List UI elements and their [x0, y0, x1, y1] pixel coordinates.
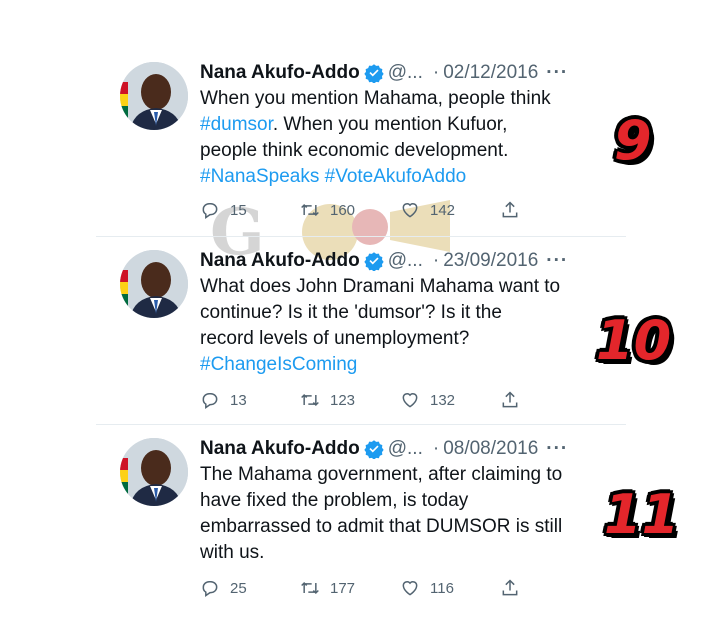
like-count: 132	[430, 391, 456, 409]
author-name[interactable]: Nana Akufo-Addo	[200, 248, 360, 274]
like-count: 116	[430, 579, 454, 597]
reply-button[interactable]: 13	[200, 390, 300, 410]
verified-icon	[364, 252, 384, 271]
verified-icon	[364, 440, 384, 459]
retweet-icon	[301, 203, 319, 217]
retweet-button[interactable]: 160	[300, 200, 400, 220]
reply-icon	[202, 393, 218, 409]
more-icon[interactable]: ···	[546, 60, 568, 86]
text-line: The Mahama government, after claiming to	[200, 464, 563, 485]
author-name[interactable]: Nana Akufo-Addo	[200, 436, 360, 462]
share-icon	[502, 391, 518, 408]
text-line: When you mention Mahama, people think	[200, 88, 551, 109]
hashtag-link[interactable]: #dumsor	[200, 114, 273, 135]
like-icon	[402, 581, 418, 596]
tweet-text: What does John Dramani Mahama want to co…	[200, 274, 600, 378]
share-button[interactable]	[500, 578, 530, 598]
retweet-button[interactable]: 123	[300, 390, 400, 410]
author-handle[interactable]: @...	[388, 436, 423, 462]
like-button[interactable]: 142	[400, 200, 500, 220]
divider	[96, 236, 626, 237]
text-line: with us.	[200, 542, 265, 563]
retweet-icon	[301, 581, 319, 595]
author-handle[interactable]: @...	[388, 60, 423, 86]
reply-button[interactable]: 15	[200, 200, 300, 220]
text-line: have fixed the problem, is today	[200, 490, 469, 511]
tweet-text: The Mahama government, after claiming to…	[200, 462, 600, 566]
retweet-icon	[301, 393, 319, 407]
separator-dot: ·	[432, 438, 440, 459]
divider	[96, 424, 626, 425]
tweet-text: When you mention Mahama, people think #d…	[200, 86, 600, 190]
hashtag-link[interactable]: #ChangeIsComing	[200, 354, 357, 375]
more-icon[interactable]: ···	[546, 248, 568, 274]
more-icon[interactable]: ···	[546, 436, 568, 462]
ranking-number: 10	[596, 309, 672, 372]
share-button[interactable]	[500, 200, 530, 220]
share-icon	[502, 201, 518, 218]
retweet-count: 177	[330, 579, 356, 597]
author-name[interactable]: Nana Akufo-Addo	[200, 60, 360, 86]
text-line: continue? Is it the 'dumsor'? Is it the	[200, 302, 502, 323]
reply-count: 25	[230, 579, 247, 597]
ranking-number: 11	[604, 483, 680, 546]
ranking-number: 9	[614, 109, 652, 172]
like-icon	[402, 393, 418, 408]
reply-button[interactable]: 25	[200, 578, 300, 598]
avatar[interactable]	[120, 62, 188, 130]
text-line: record levels of unemployment?	[200, 328, 470, 349]
tweet-date[interactable]: 08/08/2016	[443, 436, 538, 462]
reply-icon	[202, 581, 218, 597]
text-line: people think economic development.	[200, 140, 509, 161]
like-button[interactable]: 116	[400, 578, 500, 598]
like-button[interactable]: 132	[400, 390, 500, 410]
tweet-date[interactable]: 23/09/2016	[443, 248, 538, 274]
share-button[interactable]	[500, 390, 530, 410]
separator-dot: ·	[432, 62, 440, 83]
reply-count: 15	[230, 201, 247, 219]
text-line: embarrassed to admit that DUMSOR is stil…	[200, 516, 563, 537]
verified-icon	[364, 64, 384, 83]
hashtag-link[interactable]: #NanaSpeaks #VoteAkufoAddo	[200, 166, 466, 187]
avatar[interactable]	[120, 250, 188, 318]
author-handle[interactable]: @...	[388, 248, 423, 274]
like-icon	[402, 203, 418, 218]
text-line: What does John Dramani Mahama want to	[200, 276, 561, 297]
reply-icon	[202, 203, 218, 219]
retweet-count: 123	[330, 391, 356, 409]
tweet-date[interactable]: 02/12/2016	[443, 60, 538, 86]
reply-count: 13	[230, 391, 247, 409]
separator-dot: ·	[432, 250, 440, 271]
like-count: 142	[430, 201, 456, 219]
retweet-count: 160	[330, 201, 356, 219]
retweet-button[interactable]: 177	[300, 578, 400, 598]
text-line: . When you mention Kufuor,	[272, 114, 508, 135]
avatar[interactable]	[120, 438, 188, 506]
share-icon	[502, 579, 518, 596]
